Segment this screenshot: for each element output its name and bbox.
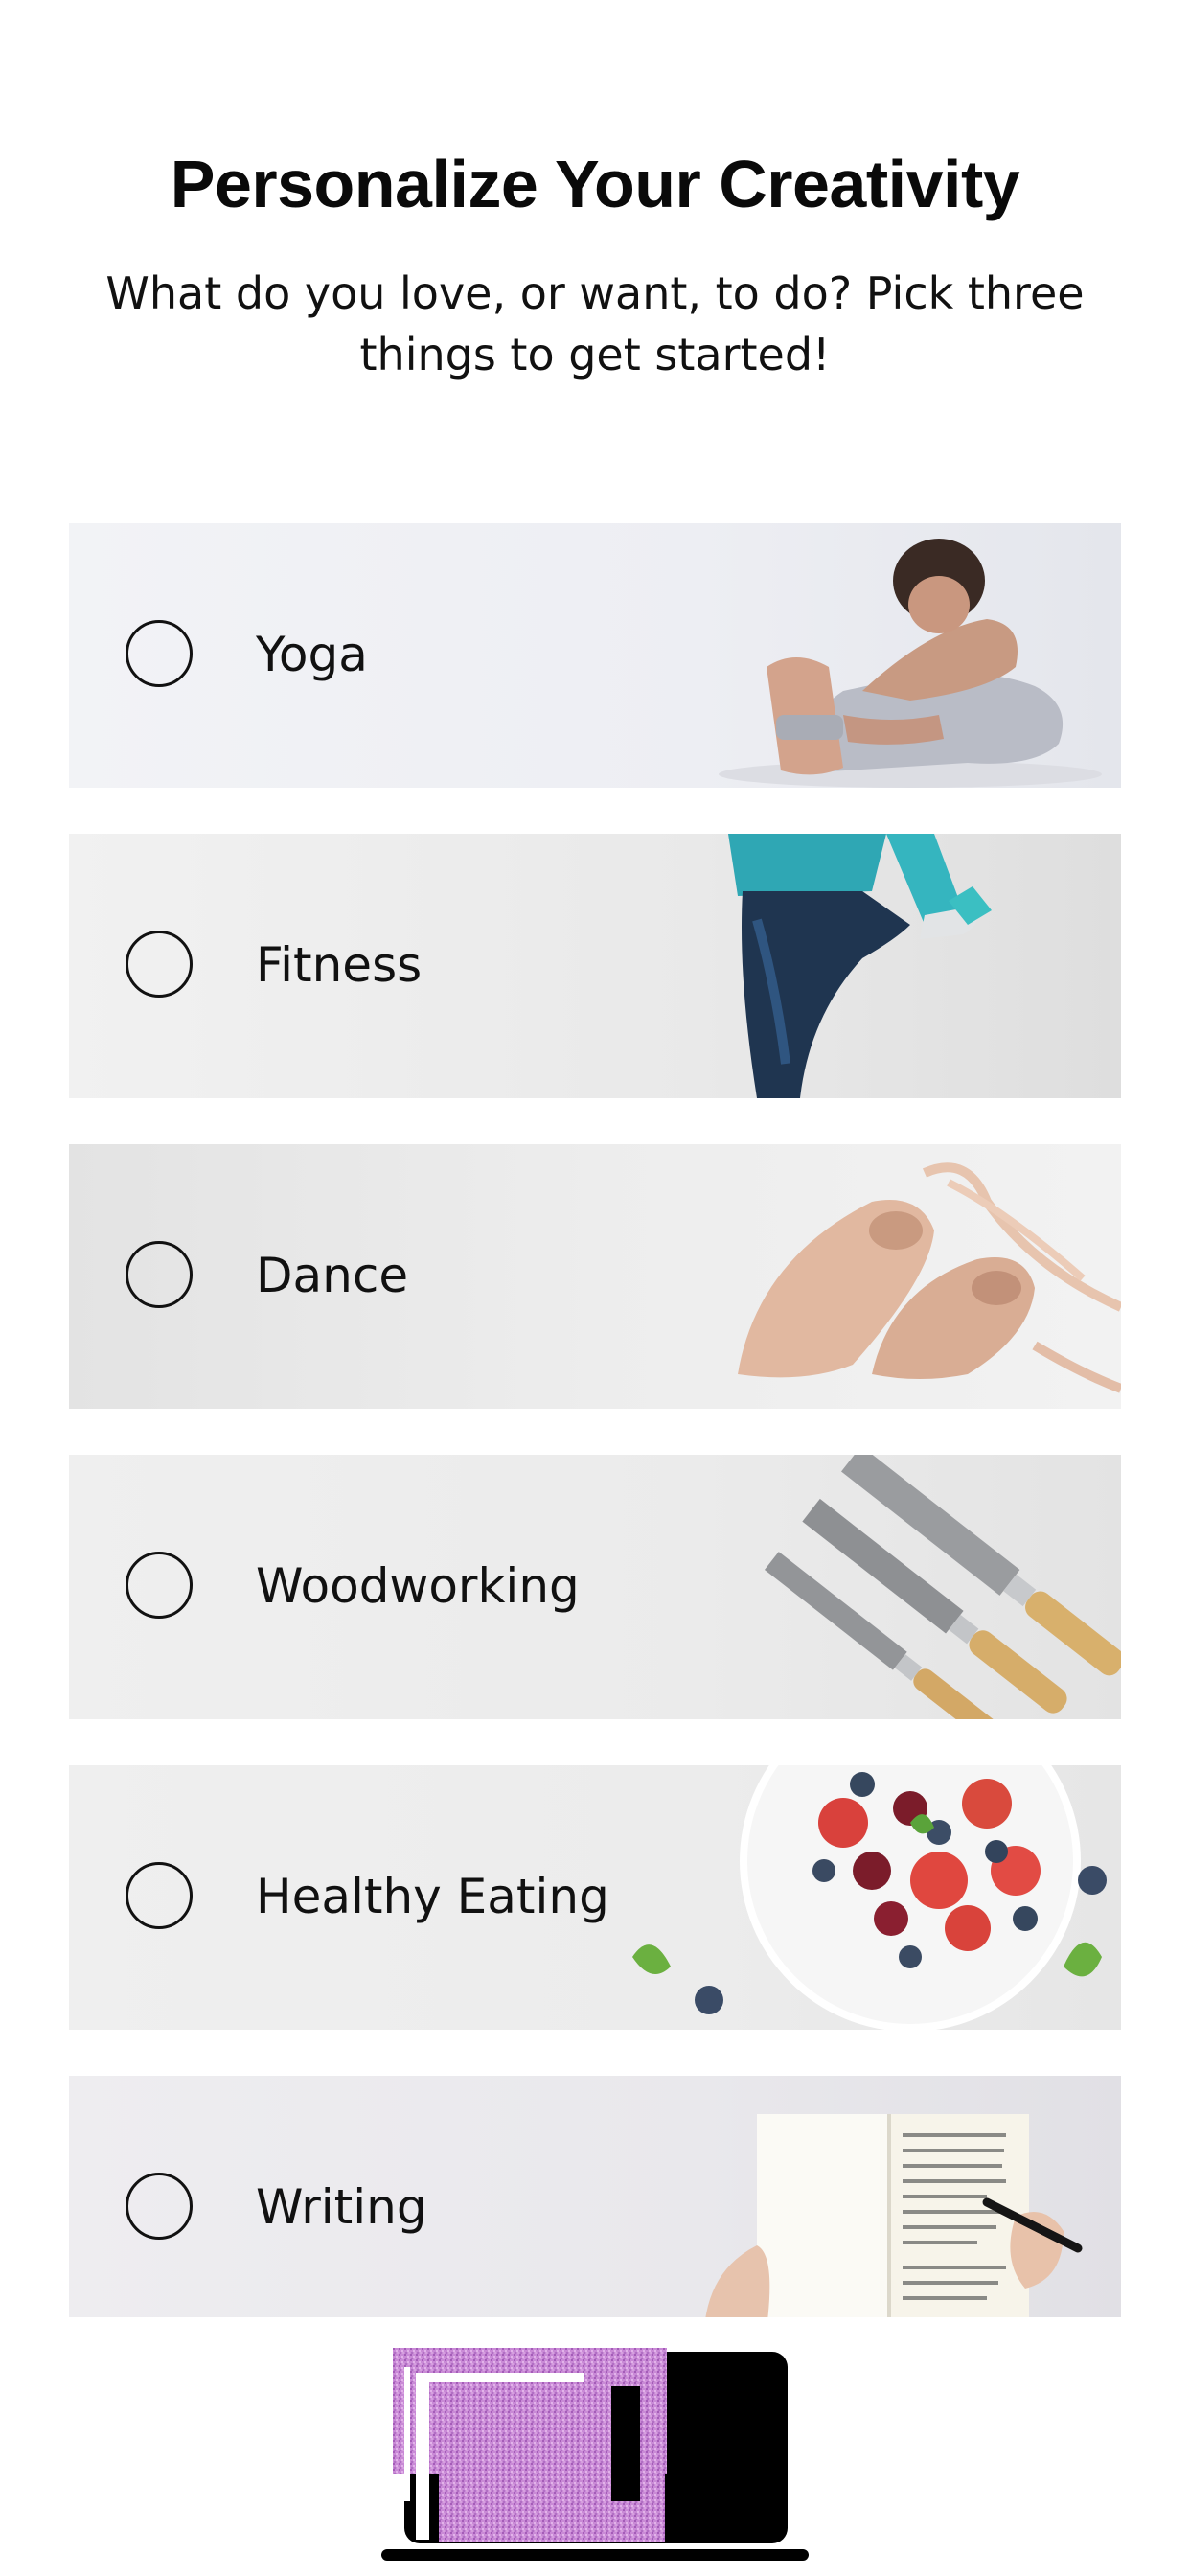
radio-button[interactable] — [126, 2173, 193, 2240]
radio-button[interactable] — [126, 620, 193, 687]
option-dance[interactable]: Dance — [69, 1144, 1121, 1409]
leg-stretch-photo — [728, 834, 992, 1098]
yoga-stretch-photo — [719, 539, 1102, 788]
option-fitness[interactable]: Fitness — [69, 834, 1121, 1098]
option-label: Writing — [256, 2179, 427, 2235]
radio-button[interactable] — [126, 1552, 193, 1619]
option-healthy-eating[interactable]: Healthy Eating — [69, 1765, 1121, 2030]
interest-list: Yoga Fitness Dance Woodworking Healthy E… — [69, 523, 1121, 2363]
option-label: Yoga — [256, 627, 368, 682]
page-subtitle: What do you love, or want, to do? Pick t… — [105, 267, 1085, 380]
option-label: Healthy Eating — [256, 1869, 609, 1924]
berries-bowl-photo — [632, 1765, 1107, 2030]
page-title: Personalize Your Creativity — [170, 147, 1020, 221]
option-label: Fitness — [256, 937, 423, 993]
radio-button[interactable] — [126, 1241, 193, 1308]
notebook-writing-photo — [705, 2114, 1083, 2317]
chisels-photo — [764, 1455, 1121, 1719]
radio-button[interactable] — [126, 931, 193, 998]
option-yoga[interactable]: Yoga — [69, 523, 1121, 788]
option-label: Dance — [256, 1248, 409, 1303]
option-writing[interactable]: Writing — [69, 2076, 1121, 2317]
option-label: Woodworking — [256, 1558, 580, 1614]
laptop-devices-icon — [381, 2348, 809, 2561]
option-woodworking[interactable]: Woodworking — [69, 1455, 1121, 1719]
ballet-shoes-photo — [738, 1162, 1121, 1393]
radio-button[interactable] — [126, 1862, 193, 1929]
